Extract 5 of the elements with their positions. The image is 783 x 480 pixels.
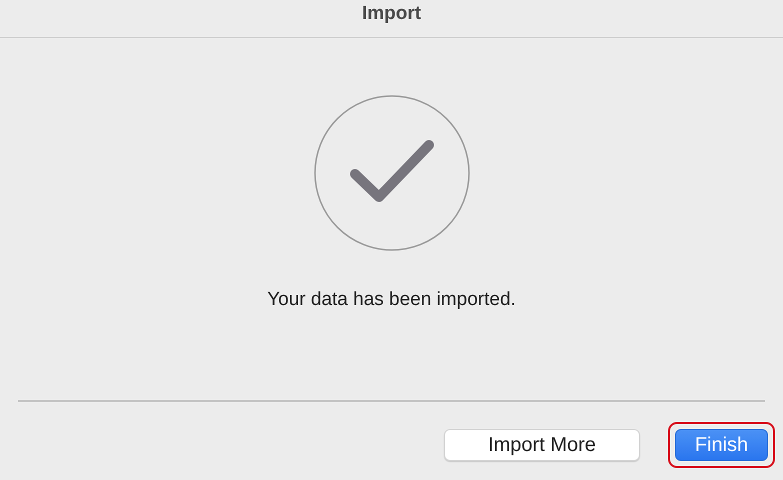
import-more-button[interactable]: Import More [444, 429, 640, 461]
status-message: Your data has been imported. [267, 289, 516, 311]
window-title: Import [362, 3, 422, 25]
checkmark-icon [312, 94, 470, 252]
finish-button[interactable]: Finish [675, 429, 768, 461]
